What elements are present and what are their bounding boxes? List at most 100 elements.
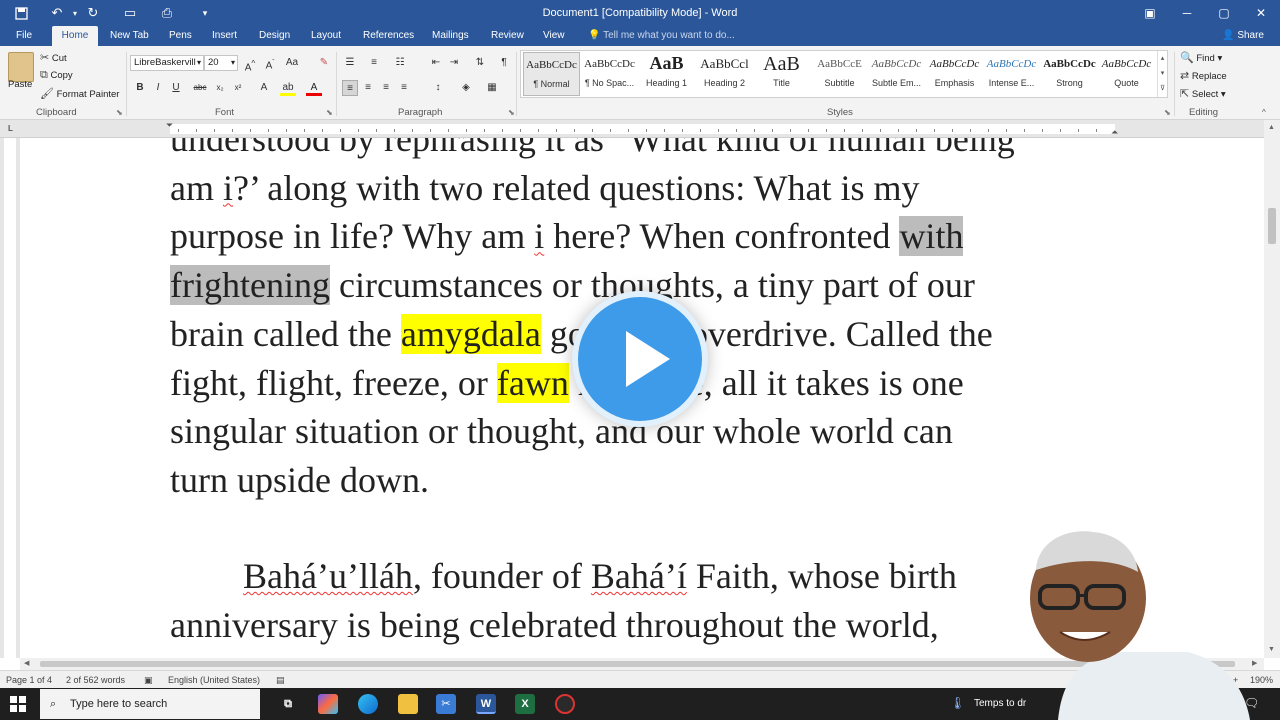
style-subtle-emphasis[interactable]: AaBbCcDc Subtle Em... (868, 52, 925, 96)
file-explorer-icon[interactable] (398, 694, 418, 714)
tab-references[interactable]: References (357, 26, 420, 46)
find-button[interactable]: 🔍 Find ▾ (1180, 51, 1222, 64)
snipping-tool-icon[interactable]: ✂ (436, 694, 456, 714)
increase-indent-icon[interactable]: ⇥ (446, 55, 462, 71)
tab-selector-icon[interactable]: L (8, 124, 13, 133)
bold-icon[interactable]: B (132, 80, 148, 96)
proofing-icon[interactable]: ▣ (144, 675, 153, 686)
document-paragraph-2[interactable]: Bahá’u’lláh, founder of Bahá’í Faith, wh… (170, 552, 1130, 649)
font-dialog-launcher-icon[interactable]: ⬊ (326, 108, 333, 117)
tab-mailings[interactable]: Mailings (426, 26, 475, 46)
strikethrough-icon[interactable]: abc (192, 80, 208, 96)
video-play-button[interactable] (572, 291, 708, 427)
font-size-combo[interactable]: 20 ▾ (204, 55, 238, 71)
spelling-error[interactable]: i (534, 216, 544, 256)
sort-icon[interactable]: ⇅ (472, 55, 488, 71)
spelling-error[interactable]: i (223, 168, 233, 208)
style-heading-2[interactable]: AaBbCcl Heading 2 (696, 52, 753, 96)
shading-icon[interactable]: ◈ (458, 80, 474, 96)
paste-clipboard-icon[interactable] (8, 52, 34, 82)
excel-app-icon[interactable]: X (515, 694, 535, 714)
grow-font-icon[interactable]: A^ (242, 55, 258, 73)
spelling-error[interactable]: Bahá’í (591, 556, 687, 596)
word-app-icon[interactable]: W (476, 694, 496, 714)
clear-formatting-icon[interactable]: ✎ (316, 55, 332, 71)
windows-start-icon[interactable] (10, 696, 26, 715)
thermometer-icon[interactable]: 🌡 (950, 696, 965, 710)
style-emphasis[interactable]: AaBbCcDc Emphasis (926, 52, 983, 96)
line-spacing-icon[interactable]: ↕ (430, 80, 446, 96)
tab-view[interactable]: View (537, 26, 571, 46)
tab-pens[interactable]: Pens (163, 26, 198, 46)
style-quote[interactable]: AaBbCcDc Quote (1098, 52, 1155, 96)
style-normal[interactable]: AaBbCcDc ¶ Normal (523, 52, 580, 96)
text-selection[interactable]: with (899, 216, 964, 257)
clipboard-dialog-launcher-icon[interactable]: ⬊ (116, 108, 123, 117)
align-left-icon[interactable]: ≡ (342, 80, 358, 96)
text-line[interactable]: Bahá’u’lláh, founder of Bahá’í Faith, wh… (170, 552, 1130, 601)
select-button[interactable]: ⇱ Select ▾ (1180, 87, 1226, 100)
cut-button[interactable]: ✂ Cut (40, 51, 67, 64)
text-line[interactable]: am i?’ along with two related questions:… (170, 164, 1130, 213)
font-name-combo[interactable]: LibreBaskervill ▾ (130, 55, 204, 71)
ribbon-display-options-icon[interactable]: ▣ (1139, 3, 1161, 23)
tab-review[interactable]: Review (485, 26, 530, 46)
copy-button[interactable]: ⧉ Copy (40, 69, 73, 82)
style-subtitle[interactable]: AaBbCcE Subtitle (811, 52, 868, 96)
tell-me-search[interactable]: 💡 Tell me what you want to do... (588, 30, 735, 41)
replace-button[interactable]: ⇄ Replace (1180, 69, 1227, 82)
align-center-icon[interactable]: ≡ (360, 80, 376, 96)
style-title[interactable]: AaB Title (753, 52, 810, 96)
copilot-icon[interactable] (318, 694, 338, 714)
superscript-icon[interactable]: x² (230, 80, 246, 96)
tab-home[interactable]: Home (52, 26, 98, 46)
text-line[interactable]: turn upside down. (170, 456, 1130, 505)
word-count[interactable]: 2 of 562 words (66, 675, 125, 685)
style-intense-emphasis[interactable]: AaBbCcDc Intense E... (983, 52, 1040, 96)
tab-layout[interactable]: Layout (305, 26, 347, 46)
close-button[interactable]: ✕ (1250, 3, 1272, 23)
tab-new-tab[interactable]: New Tab (104, 26, 155, 46)
change-case-icon[interactable]: Aa (284, 55, 300, 71)
language-indicator[interactable]: English (United States) (168, 675, 260, 685)
scroll-left-icon[interactable]: ◀ (24, 659, 29, 667)
highlight-icon[interactable]: ab (280, 80, 296, 96)
edge-browser-icon[interactable] (358, 694, 378, 714)
highlighted-text[interactable]: fawn (496, 362, 569, 403)
text-selection[interactable]: frightening (170, 265, 330, 306)
italic-icon[interactable]: I (150, 80, 166, 96)
tab-design[interactable]: Design (253, 26, 296, 46)
chrome-recorder-icon[interactable] (555, 694, 575, 714)
text-line[interactable]: understood by rephrasing it as “What kin… (170, 138, 1130, 164)
tab-insert[interactable]: Insert (206, 26, 243, 46)
subscript-icon[interactable]: x₂ (212, 80, 228, 96)
style-strong[interactable]: AaBbCcDc Strong (1041, 52, 1098, 96)
borders-icon[interactable]: ▦ (484, 80, 500, 96)
multilevel-list-icon[interactable]: ☷ (392, 55, 408, 71)
scroll-up-icon[interactable]: ▲ (1268, 124, 1275, 131)
text-effects-icon[interactable]: A (256, 80, 272, 96)
right-indent-marker-icon[interactable]: ⏶ (1111, 127, 1118, 138)
macro-record-icon[interactable]: ▤ (276, 675, 285, 686)
align-right-icon[interactable]: ≡ (378, 80, 394, 96)
share-button[interactable]: 👤 Share (1222, 30, 1264, 41)
bullets-icon[interactable]: ☰ (342, 55, 358, 71)
highlighted-text[interactable]: amygdala (400, 313, 541, 354)
styles-dialog-launcher-icon[interactable]: ⬊ (1164, 108, 1171, 117)
text-line[interactable]: anniversary is being celebrated througho… (170, 601, 1130, 650)
underline-icon[interactable]: U (168, 80, 184, 96)
font-color-icon[interactable]: A (306, 80, 322, 96)
style-heading-1[interactable]: AaB Heading 1 (638, 52, 695, 96)
numbering-icon[interactable]: ≡ (366, 55, 382, 71)
tab-file[interactable]: File (10, 26, 38, 46)
show-hide-marks-icon[interactable]: ¶ (496, 55, 512, 71)
text-line[interactable]: purpose in life? Why am i here? When con… (170, 212, 1130, 261)
paste-button[interactable]: Paste (8, 79, 32, 90)
justify-icon[interactable]: ≡ (396, 80, 412, 96)
task-view-icon[interactable]: ⧉ (278, 694, 298, 714)
shrink-font-icon[interactable]: Aˇ (262, 55, 278, 71)
minimize-button[interactable]: ─ (1176, 3, 1198, 23)
page-count[interactable]: Page 1 of 4 (6, 675, 52, 685)
decrease-indent-icon[interactable]: ⇤ (428, 55, 444, 71)
style-no-spacing[interactable]: AaBbCcDc ¶ No Spac... (581, 52, 638, 96)
